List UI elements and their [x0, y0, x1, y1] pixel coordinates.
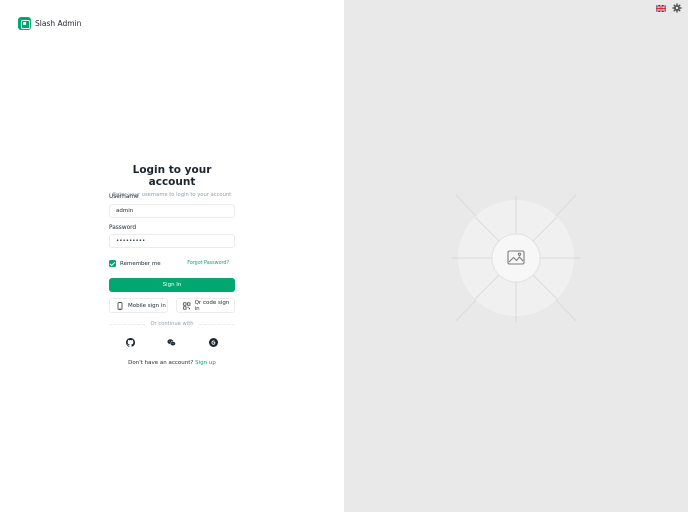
illustration-panel — [344, 0, 688, 512]
qr-code-icon — [183, 301, 191, 310]
forgot-password-link[interactable]: Forgot Password? — [187, 261, 229, 266]
login-form: Login to your account Enter your usernam… — [109, 164, 235, 366]
remember-checkbox[interactable] — [109, 260, 116, 267]
username-input[interactable]: admin — [109, 204, 235, 218]
brand-name: Slash Admin — [35, 19, 82, 28]
password-label: Password — [109, 225, 137, 231]
wechat-icon[interactable] — [167, 338, 176, 347]
remember-me[interactable]: Remember me — [109, 260, 161, 267]
sign-up-link[interactable]: Sign up — [195, 360, 216, 366]
password-input[interactable]: ••••••••• — [109, 234, 235, 248]
page-title: Login to your account — [132, 164, 212, 188]
mobile-sign-in-label: Mobile sign in — [128, 302, 166, 309]
qr-sign-in-label: Qr code sign in — [194, 299, 230, 312]
mobile-sign-in-button[interactable]: Mobile sign in — [109, 298, 168, 313]
qr-sign-in-button[interactable]: Qr code sign in — [176, 298, 235, 313]
remember-label: Remember me — [120, 260, 161, 267]
phone-icon — [117, 301, 123, 310]
logo-icon — [18, 17, 31, 30]
sign-in-button[interactable]: Sign In — [109, 278, 235, 292]
google-icon[interactable] — [209, 338, 218, 347]
brand[interactable]: Slash Admin — [18, 17, 81, 30]
divider-text: Or continue with — [150, 321, 194, 327]
signup-row: Don't have an account? Sign up — [109, 360, 235, 366]
login-panel: Slash Admin Login to your account Enter … — [0, 0, 344, 512]
divider: Or continue with — [109, 320, 235, 328]
illustration — [452, 194, 580, 322]
no-account-text: Don't have an account? — [128, 360, 194, 366]
github-icon[interactable] — [126, 338, 135, 347]
username-label: Username — [109, 194, 139, 200]
